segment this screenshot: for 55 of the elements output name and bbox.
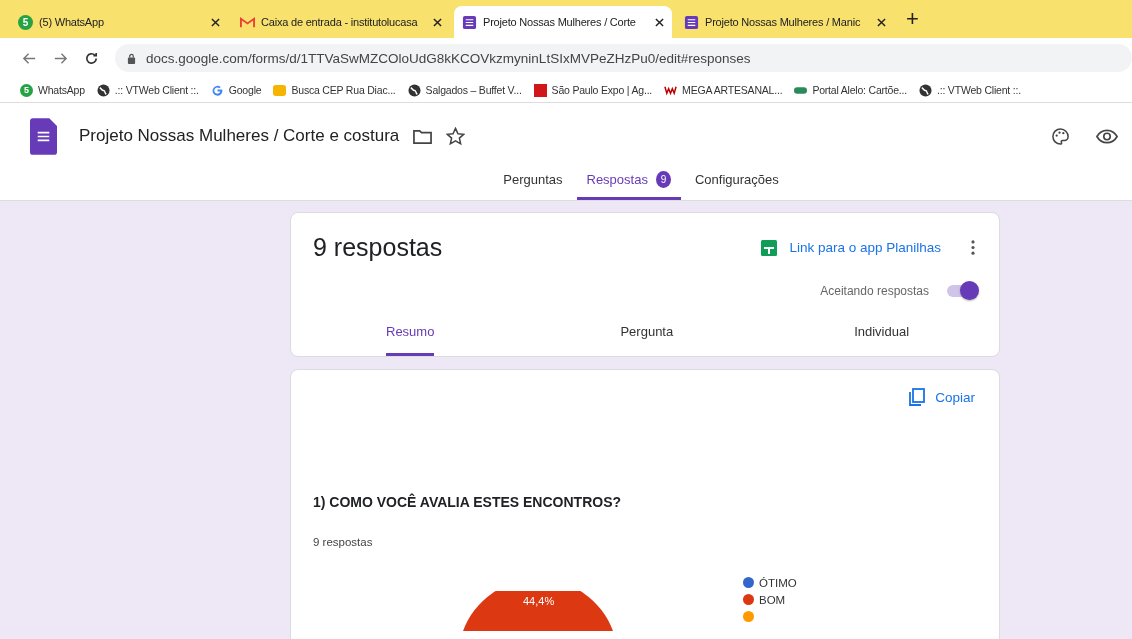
form-tab[interactable]: Respostas 9	[576, 163, 681, 200]
bookmark[interactable]: MEGA ARTESANAL...	[664, 83, 783, 97]
whatsapp-icon: 5	[20, 83, 33, 97]
view-tab[interactable]: Pergunta	[529, 324, 765, 356]
browser-tab[interactable]: Projeto Nossas Mulheres / Manic	[676, 6, 894, 38]
close-icon[interactable]	[211, 17, 220, 27]
palette-icon[interactable]	[1051, 126, 1070, 146]
star-icon[interactable]	[446, 126, 466, 146]
bookmark[interactable]: Salgados – Buffet V...	[407, 83, 522, 97]
browser-tab[interactable]: Projeto Nossas Mulheres / Corte	[454, 6, 672, 38]
globe-icon	[407, 83, 421, 97]
tag-icon	[273, 83, 287, 97]
bookmark[interactable]: .:: VTWeb Client ::.	[96, 83, 199, 97]
lock-icon	[127, 52, 136, 64]
question-title: 1) COMO VOCÊ AVALIA ESTES ENCONTROS?	[313, 494, 623, 510]
close-icon[interactable]	[433, 17, 442, 27]
bookmark[interactable]: Portal Alelo: Cartõe...	[794, 83, 907, 97]
count-badge: 9	[655, 171, 671, 188]
response-count: 9 respostas	[313, 536, 374, 548]
close-icon[interactable]	[877, 17, 886, 27]
bookmark[interactable]: Busca CEP Rua Diac...	[273, 83, 396, 97]
new-tab-button[interactable]: +	[906, 6, 919, 32]
bookmark[interactable]: .:: VTWeb Client ::.	[919, 83, 1021, 97]
form-tab[interactable]: Perguntas	[493, 163, 573, 200]
form-tab[interactable]: Configurações	[684, 163, 789, 200]
sheets-link[interactable]: Link para o app Planilhas	[789, 240, 941, 255]
forms-icon	[684, 14, 699, 30]
copy-icon	[909, 388, 926, 406]
globe-icon	[96, 83, 110, 97]
legend-label: ÓTIMO	[759, 576, 797, 589]
reload-icon[interactable]	[84, 50, 99, 66]
bookmark[interactable]: São Paulo Expo | Ag...	[533, 83, 653, 97]
responses-heading: 9 respostas	[313, 233, 443, 262]
bookmark[interactable]: 5 WhatsApp	[20, 83, 85, 97]
view-tab[interactable]: Individual	[764, 324, 999, 356]
spreadsheet-icon	[761, 239, 778, 256]
more-icon[interactable]	[971, 240, 975, 255]
forms-logo-icon	[30, 117, 57, 155]
whatsapp-icon: 5	[18, 14, 33, 30]
accepting-label: Aceitando respostas	[820, 284, 929, 298]
view-tab[interactable]: Resumo	[386, 324, 435, 356]
browser-tab[interactable]: Caixa de entrada - institutolucasa	[232, 6, 450, 38]
form-title[interactable]: Projeto Nossas Mulheres / Corte e costura	[79, 126, 400, 146]
browser-tab[interactable]: 5 (5) WhatsApp	[10, 6, 228, 38]
logo-icon	[533, 83, 547, 97]
mail-icon	[240, 14, 255, 30]
bookmark[interactable]: Google	[210, 83, 262, 97]
address-bar[interactable]: docs.google.com/forms/d/1TTVaSwMZCOloUdG8kKCOVkzmyninLtSIxMVPeZHzPu0/edit#responses	[115, 44, 1132, 72]
copy-button[interactable]: Copiar	[909, 388, 975, 406]
slice-label: 44,4%	[523, 595, 555, 607]
google-icon	[210, 83, 224, 97]
globe-icon	[919, 83, 932, 97]
close-icon[interactable]	[655, 17, 664, 27]
legend-label: BOM	[759, 593, 786, 606]
forms-icon	[462, 14, 477, 30]
